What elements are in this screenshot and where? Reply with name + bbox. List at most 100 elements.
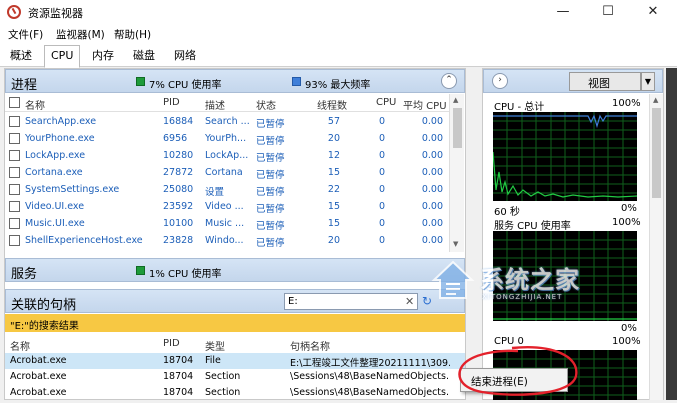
process-cell: 已暂停 xyxy=(256,221,285,232)
select-all-checkbox[interactable] xyxy=(9,97,20,108)
handle-cell: E:\工程竣工文件整理20211111\309... xyxy=(290,358,450,369)
process-cell: 10280 xyxy=(163,150,194,161)
expand-chevron-icon[interactable]: › xyxy=(492,73,508,89)
process-cell: 57 xyxy=(327,116,340,127)
handles-col-handle-name[interactable]: 句柄名称 xyxy=(290,338,330,353)
handle-cell: Acrobat.exe xyxy=(10,387,67,398)
handle-cell: Acrobat.exe xyxy=(10,371,67,382)
process-cell: 已暂停 xyxy=(256,238,285,249)
process-cell: 0 xyxy=(378,184,385,195)
graph-cpu-total-min: 0% xyxy=(621,203,637,214)
process-row-checkbox[interactable] xyxy=(9,235,20,246)
process-row-checkbox[interactable] xyxy=(9,201,20,212)
col-pid[interactable]: PID xyxy=(163,97,180,108)
process-cell: 0 xyxy=(378,218,385,229)
watermark: 系统之家 XITONGZHIJIA.NET xyxy=(430,258,610,306)
process-cell: 15 xyxy=(327,218,340,229)
process-scrollbar[interactable]: ▲ ▼ xyxy=(449,94,464,252)
process-row-checkbox[interactable] xyxy=(9,133,20,144)
tab-network[interactable]: 网络 xyxy=(168,47,202,67)
handles-col-pid[interactable]: PID xyxy=(163,338,180,349)
process-cell: Music ... xyxy=(205,218,245,229)
scroll-down-arrow-icon[interactable]: ▼ xyxy=(453,240,458,248)
process-cell: 0.00 xyxy=(421,235,443,246)
col-status[interactable]: 状态 xyxy=(256,97,276,112)
process-panel-header[interactable]: 进程 7% CPU 使用率 93% 最大频率 ⌃ xyxy=(5,69,465,93)
search-results-bar: "E:"的搜索结果 xyxy=(5,314,465,332)
handles-panel-header[interactable]: 关联的句柄 E: ✕ ↻ xyxy=(5,289,465,313)
handle-search-input[interactable]: E: ✕ xyxy=(284,293,418,310)
process-table-body: SearchApp.exe 16884 Search ... 已暂停 57 0 0.00 Yo… xyxy=(5,113,449,253)
process-cell: Video.UI.exe xyxy=(25,201,85,212)
graphs-scroll-thumb[interactable] xyxy=(652,108,661,198)
process-cell: SystemSettings.exe xyxy=(25,184,120,195)
process-cell: 0.00 xyxy=(421,184,443,195)
graph-cpu-total-title: CPU - 总计 xyxy=(494,102,545,113)
tab-disk[interactable]: 磁盘 xyxy=(127,47,161,67)
process-row-checkbox[interactable] xyxy=(9,116,20,127)
handle-row[interactable]: Acrobat.exe 18704 Section \Sessions\48\Base… xyxy=(5,385,465,401)
handles-col-name[interactable]: 名称 xyxy=(10,338,30,353)
graphs-scrollbar[interactable]: ▲ xyxy=(649,94,663,400)
process-cell: 22 xyxy=(327,184,340,195)
process-row[interactable]: Music.UI.exe 10100 Music ... 已暂停 15 0 0.00 xyxy=(5,215,449,232)
handle-row[interactable]: Acrobat.exe 18704 File E:\工程竣工文件整理20211111\… xyxy=(5,353,465,369)
process-row[interactable]: YourPhone.exe 6956 YourPh... 已暂停 20 0 0.00 xyxy=(5,130,449,147)
clear-search-icon[interactable]: ✕ xyxy=(405,295,414,308)
col-threads[interactable]: 线程数 xyxy=(317,97,347,112)
process-row-checkbox[interactable] xyxy=(9,218,20,229)
process-row-checkbox[interactable] xyxy=(9,167,20,178)
col-name[interactable]: 名称 xyxy=(25,97,45,112)
close-button[interactable]: ✕ xyxy=(638,2,668,22)
col-cpu[interactable]: CPU xyxy=(376,97,396,108)
collapse-chevron-icon[interactable]: ⌃ xyxy=(441,73,457,89)
process-cpu-usage: 7% CPU 使用率 xyxy=(149,80,222,91)
process-cell: 15 xyxy=(327,201,340,212)
process-scroll-thumb[interactable] xyxy=(453,108,462,148)
max-freq-legend-icon xyxy=(292,77,301,86)
col-description[interactable]: 描述 xyxy=(205,97,225,112)
handle-search-value: E: xyxy=(288,296,298,307)
col-avg-cpu[interactable]: 平均 CPU xyxy=(403,97,447,112)
tab-memory[interactable]: 内存 xyxy=(86,47,120,67)
menu-help[interactable]: 帮助(H) xyxy=(114,27,151,42)
process-row-checkbox[interactable] xyxy=(9,150,20,161)
process-row-checkbox[interactable] xyxy=(9,184,20,195)
process-cell: 25080 xyxy=(163,184,194,195)
tab-cpu[interactable]: CPU xyxy=(44,45,81,68)
window-title: 资源监视器 xyxy=(28,7,83,20)
scroll-up-arrow-icon[interactable]: ▲ xyxy=(453,96,458,104)
process-row[interactable]: Cortana.exe 27872 Cortana 已暂停 15 0 0.00 xyxy=(5,164,449,181)
tab-overview[interactable]: 概述 xyxy=(4,47,38,67)
process-row[interactable]: Video.UI.exe 23592 Video ... 已暂停 15 0 0.00 xyxy=(5,198,449,215)
menu-file[interactable]: 文件(F) xyxy=(8,27,43,42)
handles-table-header: 名称 PID 类型 句柄名称 xyxy=(5,336,465,353)
services-panel-title: 服务 xyxy=(11,267,38,282)
handle-cell: Section xyxy=(205,387,241,398)
maximize-button[interactable]: ☐ xyxy=(593,2,623,22)
minimize-button[interactable]: — xyxy=(548,2,578,22)
process-row[interactable]: ShellExperienceHost.exe 23828 Windo... 已暂停 2… xyxy=(5,232,449,249)
process-cell: YourPh... xyxy=(205,133,247,144)
process-cell: 0 xyxy=(378,167,385,178)
process-cell: 已暂停 xyxy=(256,170,285,181)
process-row[interactable]: SearchApp.exe 16884 Search ... 已暂停 57 0 0.00 xyxy=(5,113,449,130)
graphs-scroll-up-icon[interactable]: ▲ xyxy=(653,96,658,104)
services-panel-header[interactable]: 服务 1% CPU 使用率 xyxy=(5,258,465,282)
view-dropdown-arrow-icon[interactable]: ▼ xyxy=(641,72,655,91)
process-cell: 20 xyxy=(327,235,340,246)
process-row[interactable]: LockApp.exe 10280 LockAp... 已暂停 12 0 0.00 xyxy=(5,147,449,164)
process-row[interactable]: SystemSettings.exe 25080 设置 已暂停 22 0 0.00 xyxy=(5,181,449,198)
process-cell: 10100 xyxy=(163,218,194,229)
process-cell: 27872 xyxy=(163,167,194,178)
handles-col-type[interactable]: 类型 xyxy=(205,338,225,353)
process-cell: 已暂停 xyxy=(256,136,285,147)
cpu-total-graph-plot xyxy=(492,112,638,201)
process-cell: 0 xyxy=(378,201,385,212)
view-dropdown[interactable]: 视图 xyxy=(569,72,641,91)
menu-monitor[interactable]: 监视器(M) xyxy=(56,27,105,42)
handle-row[interactable]: Acrobat.exe 18704 Section \Sessions\48\Base… xyxy=(5,369,465,385)
handle-cell: 18704 xyxy=(163,355,194,366)
process-cell: Music.UI.exe xyxy=(25,218,85,229)
process-cell: LockApp.exe xyxy=(25,150,86,161)
